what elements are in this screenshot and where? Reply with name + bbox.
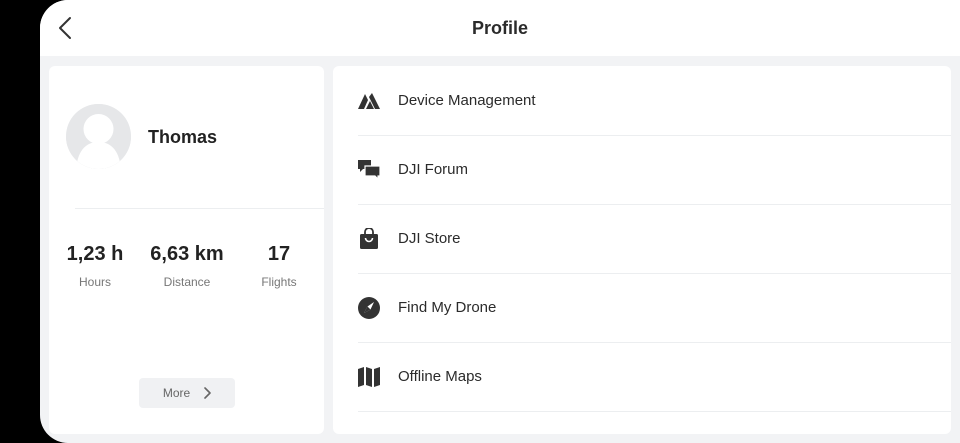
header-bar: Profile [40,0,960,56]
stat-label: Distance [163,275,211,289]
stat-hours: 1,23 h Hours [50,242,140,289]
stat-label: Hours [78,275,111,289]
menu-item-dji-store[interactable]: DJI Store [358,204,951,274]
more-button[interactable]: More [139,378,235,408]
stat-label: Flights [261,275,297,289]
compass-icon [358,296,380,319]
menu-item-label: Device Management [398,92,536,109]
stat-distance: 6,63 km Distance [142,242,232,289]
forum-chat-icon [358,159,380,181]
menu-item-label: Offline Maps [398,368,482,385]
menu-item-label: DJI Forum [398,161,469,178]
menu-item-find-my-drone[interactable]: Find My Drone [358,273,951,343]
shopping-bag-icon [358,228,380,250]
avatar-placeholder-icon [66,104,131,169]
menu-card: Device Management DJI Forum DJI Store Fi… [333,66,951,434]
stat-value: 6,63 km [150,243,224,265]
chevron-right-icon [204,387,211,399]
divider [75,208,324,209]
menu-item-device-management[interactable]: Device Management [358,66,951,136]
more-label: More [162,386,191,400]
avatar[interactable] [66,104,131,169]
username: Thomas [148,127,218,147]
menu-item-offline-maps[interactable]: Offline Maps [358,342,951,412]
menu-item-dji-forum[interactable]: DJI Forum [358,135,951,205]
device-management-icon [358,90,380,112]
map-icon [358,366,380,388]
menu-item-label: Find My Drone [398,299,497,316]
stat-value: 17 [267,243,291,265]
stat-value: 1,23 h [66,243,124,265]
profile-card: Thomas 1,23 h Hours 6,63 km Distance 17 … [49,66,324,434]
menu-item-label: DJI Store [398,230,461,247]
page-title: Profile [471,18,528,38]
profile-screen: Profile Thomas 1,23 h Hours 6,63 km Dist… [40,0,960,443]
stat-flights: 17 Flights [234,242,324,289]
